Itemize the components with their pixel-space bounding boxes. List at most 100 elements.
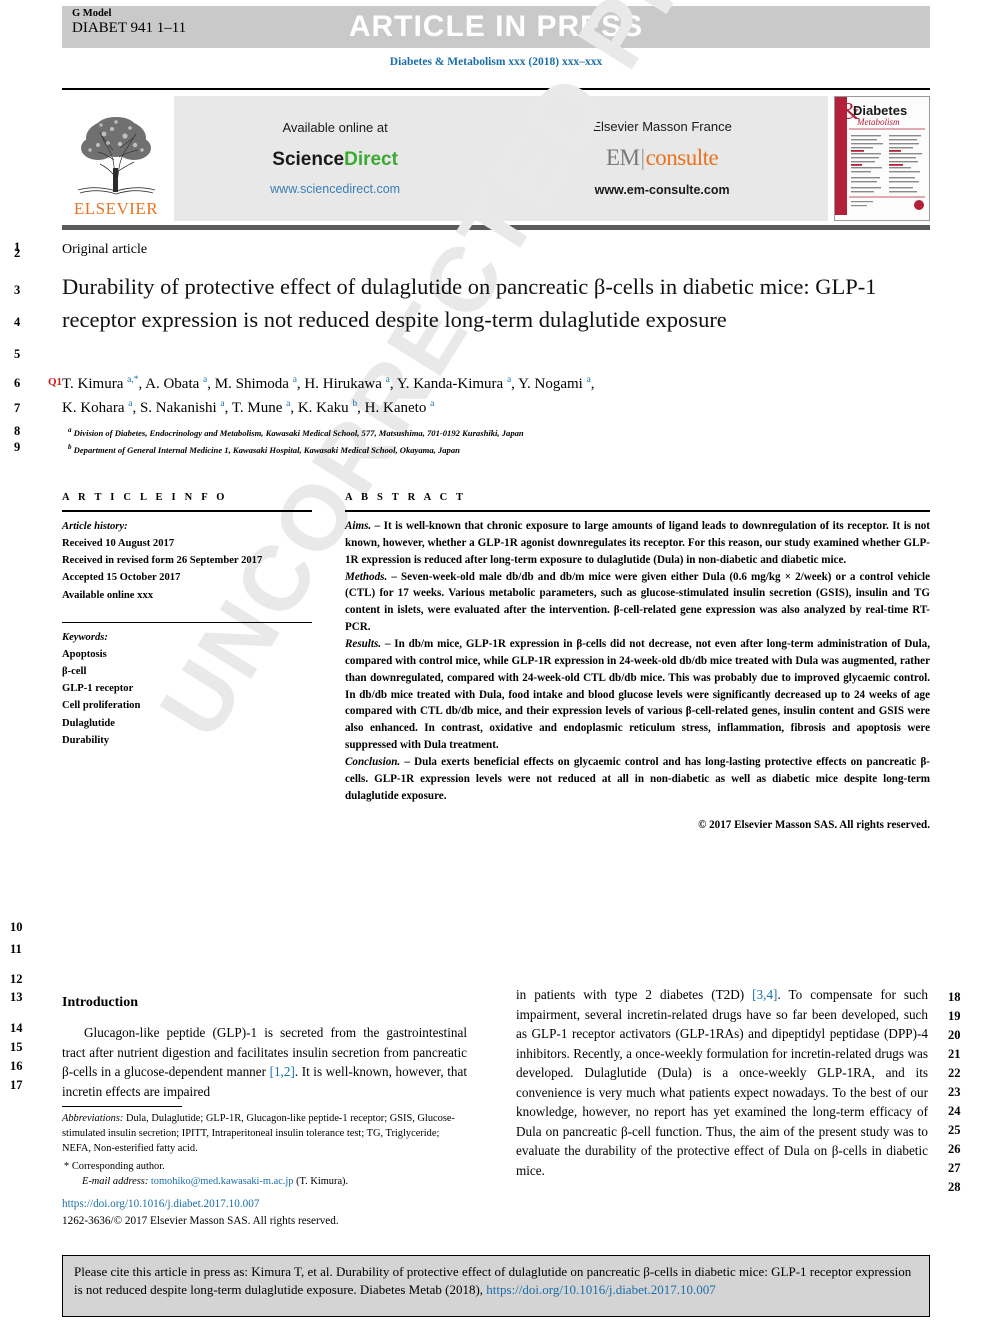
line-number: 11 — [10, 942, 22, 956]
author-line-2: K. Kohara a, S. Nakanishi a, T. Mune a, … — [62, 399, 435, 417]
cite-doi-link[interactable]: https://doi.org/10.1016/j.diabet.2017.10… — [486, 1282, 715, 1297]
email-owner: (T. Kimura). — [293, 1176, 349, 1188]
citation-ref[interactable]: [1,2] — [270, 1064, 295, 1079]
emconsulte-url[interactable]: www.em-consulte.com — [592, 181, 731, 200]
emconsulte-consulte: consulte — [645, 144, 719, 170]
abstract-aims: Aims. – It is well-known that chronic ex… — [345, 518, 930, 569]
corresponding-author-label: Corresponding author. — [71, 1161, 165, 1173]
journal-citation-line: Diabetes & Metabolism xxx (2018) xxx–xxx — [389, 56, 603, 68]
introduction-right-column: in patients with type 2 diabetes (T2D) [… — [516, 985, 928, 1180]
abstract-aims-text: – It is well-known that chronic exposure… — [345, 520, 930, 566]
line-number: 3 — [14, 283, 21, 297]
abstract-heading: A B S T R A C T — [345, 492, 467, 503]
elsevier-logo: ELSEVIER — [62, 96, 170, 221]
journal-cover-art: & Diabetes Metabolism — [835, 97, 929, 215]
line-number: 13 — [10, 990, 23, 1004]
sciencedirect-url[interactable]: www.sciencedirect.com — [270, 180, 400, 199]
keywords-label: Keywords: — [62, 631, 108, 643]
emconsulte-divider: | — [640, 144, 645, 170]
available-online-label: Available online at — [282, 120, 388, 136]
article-history-block: Article history: Received 10 August 2017… — [62, 518, 312, 604]
footnotes-block: Abbreviations: Dula, Dulaglutide; GLP-1R… — [62, 1106, 467, 1189]
line-number: 10 — [10, 920, 23, 934]
line-number: 17 — [10, 1078, 23, 1092]
line-number: 14 — [10, 1021, 23, 1035]
line-number: 9 — [14, 440, 21, 454]
abstract-results-label: Results. — [345, 638, 382, 651]
svg-text:Metabolism: Metabolism — [856, 117, 900, 127]
query-marker-q1[interactable]: Q1 — [48, 376, 62, 388]
line-number: 2 — [14, 246, 21, 260]
corresponding-author-note: * Corresponding author. — [62, 1159, 467, 1174]
abstract-conclusion-text: – Dula exerts beneficial effects on glyc… — [345, 756, 930, 802]
svg-text:Diabetes: Diabetes — [853, 103, 907, 118]
abbreviations-note: Abbreviations: Dula, Dulaglutide; GLP-1R… — [62, 1111, 467, 1156]
line-number: 15 — [10, 1040, 23, 1054]
keyword-item: Cell proliferation — [62, 700, 141, 712]
article-type-label: Original article — [62, 242, 148, 257]
sciencedirect-logo: ScienceDirect — [270, 146, 400, 175]
abstract-methods: Methods. – Seven-week-old male db/db and… — [345, 569, 930, 636]
introduction-left-text: Glucagon-like peptide (GLP)-1 is secrete… — [62, 1023, 467, 1101]
publisher-links-box: Available online at ScienceDirect www.sc… — [174, 96, 828, 221]
email-note: E-mail address: tomohiko@med.kawasaki-m.… — [62, 1174, 467, 1189]
email-link[interactable]: tomohiko@med.kawasaki-m.ac.jp — [151, 1176, 294, 1187]
history-item: Received in revised form 26 September 20… — [62, 555, 263, 567]
line-number: 25 — [948, 1123, 961, 1137]
affiliation-a-text: Division of Diabetes, Endocrinology and … — [73, 427, 524, 438]
keyword-item: GLP-1 receptor — [62, 683, 134, 695]
abstract-panel: A B S T R A C T Aims. – It is well-known… — [345, 492, 930, 831]
author-list: T. Kimura a,*, A. Obata a, M. Shimoda a,… — [62, 372, 912, 421]
line-number: 23 — [948, 1085, 961, 1099]
journal-cover-thumbnail: & Diabetes Metabolism — [834, 96, 930, 221]
history-item: Accepted 15 October 2017 — [62, 572, 181, 584]
email-label: E-mail address: — [82, 1176, 149, 1188]
line-number: 20 — [948, 1028, 961, 1042]
sciencedirect-block: Available online at ScienceDirect www.sc… — [270, 118, 400, 199]
line-number: 24 — [948, 1104, 961, 1118]
journal-masthead: ELSEVIER Available online at ScienceDire… — [62, 88, 930, 230]
abstract-methods-text: – Seven-week-old male db/db and db/m mic… — [345, 570, 930, 634]
line-number: 27 — [948, 1161, 961, 1175]
keywords-rule — [62, 621, 312, 623]
introduction-heading: Introduction — [62, 995, 138, 1010]
sciencedirect-sci: Science — [272, 148, 345, 170]
keyword-item: β-cell — [62, 666, 87, 678]
keyword-item: Durability — [62, 734, 110, 746]
sciencedirect-direct: Direct — [344, 148, 398, 170]
abstract-body: Aims. – It is well-known that chronic ex… — [345, 518, 930, 805]
emconsulte-em: EM — [605, 144, 640, 170]
abstract-conclusion: Conclusion. – Dula exerts beneficial eff… — [345, 754, 930, 805]
line-number: 18 — [948, 990, 961, 1004]
keyword-item: Dulaglutide — [62, 717, 115, 729]
article-info-heading: A R T I C L E I N F O — [62, 492, 228, 503]
affiliation-b: b Department of General Internal Medicin… — [68, 442, 460, 455]
abstract-rule — [345, 510, 930, 512]
affiliation-a: a Division of Diabetes, Endocrinology an… — [68, 426, 524, 438]
article-info-rule — [62, 510, 312, 512]
elsevier-tree-icon — [70, 112, 162, 198]
footnote-rule — [62, 1106, 182, 1107]
line-number: 22 — [948, 1066, 961, 1080]
elsevier-masson-label: Elsevier Masson France — [592, 119, 732, 135]
doi-link[interactable]: https://doi.org/10.1016/j.diabet.2017.10… — [62, 1196, 339, 1213]
emconsulte-block: Elsevier Masson France EM|consulte www.e… — [592, 117, 731, 200]
abstract-methods-label: Methods. — [345, 570, 388, 583]
line-number: 12 — [10, 972, 23, 986]
issn-copyright-line: 1262-3636/© 2017 Elsevier Masson SAS. Al… — [62, 1214, 339, 1227]
keywords-block: Keywords: Apoptosis β-cell GLP-1 recepto… — [62, 629, 312, 749]
affiliations: a Division of Diabetes, Endocrinology an… — [68, 424, 928, 457]
article-history-label: Article history: — [62, 521, 128, 532]
intro-paragraph-left: Glucagon-like peptide (GLP)-1 is secrete… — [62, 1025, 467, 1099]
introduction-left-column: Introduction Glucagon-like peptide (GLP)… — [62, 995, 467, 1101]
line-number: 28 — [948, 1180, 961, 1194]
doi-block: https://doi.org/10.1016/j.diabet.2017.10… — [62, 1196, 339, 1230]
author-line-1: T. Kimura a,*, A. Obata a, M. Shimoda a,… — [62, 375, 595, 392]
abstract-results: Results. – In db/m mice, GLP-1R expressi… — [345, 636, 930, 754]
abbreviations-label: Abbreviations: — [62, 1113, 124, 1124]
line-number: 7 — [14, 401, 21, 415]
cite-this-article-box: Please cite this article in press as: Ki… — [62, 1255, 930, 1317]
line-number: 21 — [948, 1047, 961, 1061]
line-number: 19 — [948, 1009, 961, 1023]
citation-ref[interactable]: [3,4] — [752, 987, 777, 1002]
